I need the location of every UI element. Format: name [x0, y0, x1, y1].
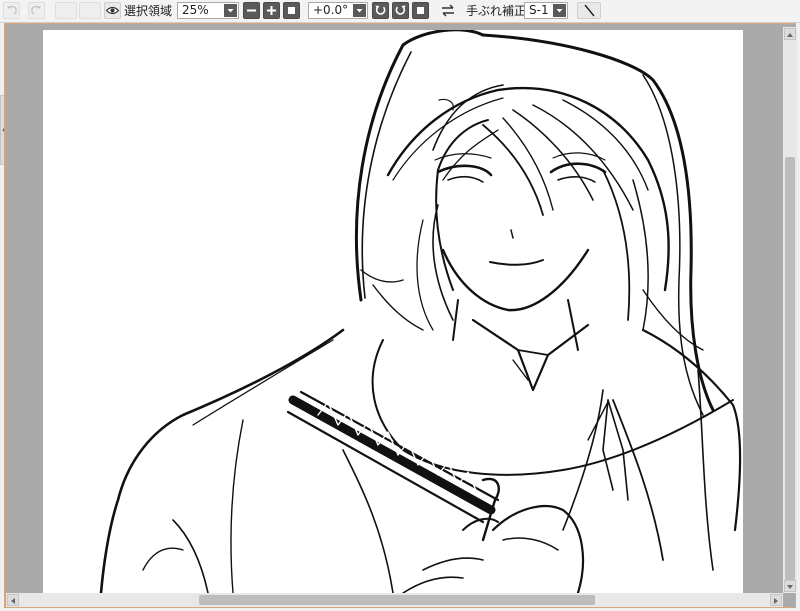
toolbar: 選択領域 25% +0.0° 手ぶれ補正 S-1 [0, 0, 800, 23]
rotation-value: +0.0° [313, 3, 349, 17]
chevron-down-icon[interactable] [553, 4, 566, 17]
rotation-select[interactable]: +0.0° [308, 2, 368, 19]
drawing-canvas[interactable] [43, 30, 743, 593]
arrow-up-icon [787, 33, 793, 37]
scroll-down-button[interactable] [784, 580, 796, 592]
stabilizer-value: S-1 [529, 3, 549, 17]
pen-tool-button[interactable] [577, 2, 601, 19]
minus-icon [247, 9, 256, 12]
chevron-down-icon[interactable] [224, 4, 237, 17]
redo-icon [31, 5, 41, 15]
vertical-scrollbar[interactable] [783, 27, 797, 593]
scroll-left-button[interactable] [7, 594, 19, 606]
sketch-drawing [99, 30, 742, 593]
horizontal-scrollbar[interactable] [6, 593, 783, 607]
flip-button[interactable] [440, 2, 456, 19]
fit-view-button[interactable] [283, 2, 300, 19]
rotate-right-icon [395, 5, 406, 15]
arrow-down-icon [787, 585, 793, 589]
eye-toggle-button[interactable] [104, 2, 121, 19]
plus-icon [267, 6, 276, 15]
reset-rotation-button[interactable] [412, 2, 429, 19]
zoom-value: 25% [182, 3, 209, 17]
zoom-in-button[interactable] [263, 2, 280, 19]
eye-icon [105, 6, 120, 15]
redo-button[interactable] [28, 2, 45, 19]
scroll-up-button[interactable] [784, 28, 796, 40]
zoom-out-button[interactable] [243, 2, 260, 19]
scroll-right-button[interactable] [770, 594, 782, 606]
selection-area-label: 選択領域 [124, 4, 173, 18]
arrow-left-icon [11, 598, 15, 604]
pen-icon [584, 4, 595, 17]
rotate-left-icon [375, 5, 386, 15]
disabled-button-1[interactable] [55, 2, 77, 19]
flip-arrows-icon [442, 4, 454, 17]
zoom-select[interactable]: 25% [177, 2, 239, 19]
rotate-left-button[interactable] [372, 2, 389, 19]
disabled-button-2[interactable] [79, 2, 101, 19]
stabilizer-label: 手ぶれ補正 [466, 4, 527, 18]
square-icon [417, 7, 424, 14]
horizontal-scroll-thumb[interactable] [199, 595, 595, 605]
chevron-down-icon[interactable] [353, 4, 366, 17]
undo-icon [7, 5, 17, 15]
square-icon [288, 7, 295, 14]
undo-button[interactable] [3, 2, 20, 19]
arrow-right-icon [774, 598, 778, 604]
stabilizer-select[interactable]: S-1 [524, 2, 568, 19]
rotate-right-button[interactable] [392, 2, 409, 19]
vertical-scroll-thumb[interactable] [785, 157, 795, 585]
